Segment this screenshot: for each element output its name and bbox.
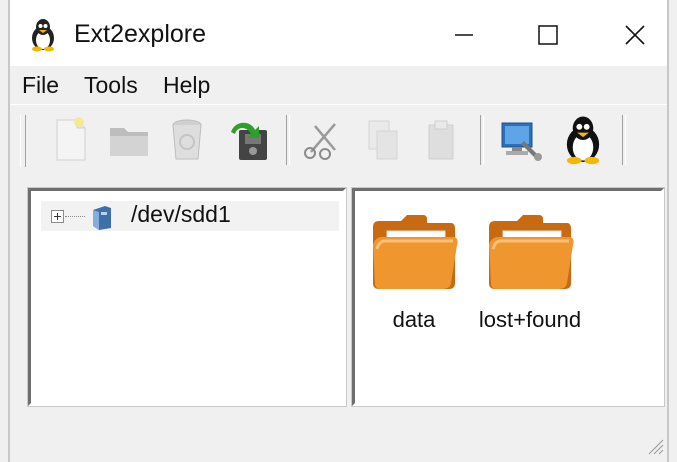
status-bar [10, 408, 667, 452]
toolbar-grip[interactable] [20, 115, 26, 167]
open-folder-icon [110, 128, 148, 156]
app-window: Ext2explore File Tools Help /dev/sdd1 da… [0, 0, 677, 462]
save-button[interactable] [222, 113, 276, 167]
tux-app-icon [32, 19, 54, 52]
close-icon [625, 25, 645, 45]
tree-item-label: /dev/sdd1 [131, 201, 231, 227]
close-button[interactable] [605, 10, 665, 60]
tree-connector [65, 216, 85, 217]
settings-button[interactable] [494, 113, 548, 167]
folder-label: lost+found [478, 307, 582, 332]
menu-tools[interactable]: Tools [84, 72, 138, 99]
title-bar[interactable]: Ext2explore [10, 0, 667, 66]
copy-icon [368, 120, 398, 160]
minimize-button[interactable] [434, 10, 494, 60]
trash-icon [172, 119, 202, 160]
toolbar-separator [480, 115, 484, 165]
open-button[interactable] [102, 113, 156, 167]
paste-button[interactable] [414, 113, 468, 167]
menu-bar: File Tools Help [10, 66, 667, 105]
maximize-icon [538, 25, 558, 45]
expand-plus-icon[interactable] [51, 210, 64, 223]
save-export-icon [231, 122, 267, 160]
delete-button[interactable] [160, 113, 214, 167]
new-file-button[interactable] [44, 113, 98, 167]
folder-icon [489, 215, 574, 289]
minimize-icon [455, 34, 473, 36]
linux-tux-icon [566, 116, 600, 165]
new-file-icon [56, 117, 86, 161]
toolbar-separator [286, 115, 290, 165]
cut-button[interactable] [296, 113, 350, 167]
settings-computer-icon [501, 122, 542, 161]
folder-icon [373, 215, 458, 289]
file-list-panel[interactable]: data lost+found [352, 188, 664, 406]
folder-item[interactable]: data [359, 205, 469, 335]
window-right-border [667, 0, 669, 462]
copy-button[interactable] [356, 113, 410, 167]
window-title: Ext2explore [74, 20, 207, 48]
drive-icon [93, 206, 111, 230]
tree-panel[interactable]: /dev/sdd1 [28, 188, 346, 406]
folder-item[interactable]: lost+found [475, 205, 585, 335]
tree-item-root[interactable]: /dev/sdd1 [41, 201, 339, 231]
toolbar-separator [622, 115, 626, 165]
cut-icon [304, 123, 336, 160]
maximize-button[interactable] [518, 10, 578, 60]
paste-icon [428, 120, 454, 160]
toolbar [10, 104, 667, 173]
about-button[interactable] [556, 113, 610, 167]
resize-grip-icon[interactable] [645, 436, 665, 456]
menu-help[interactable]: Help [163, 72, 210, 99]
menu-file[interactable]: File [22, 72, 59, 99]
